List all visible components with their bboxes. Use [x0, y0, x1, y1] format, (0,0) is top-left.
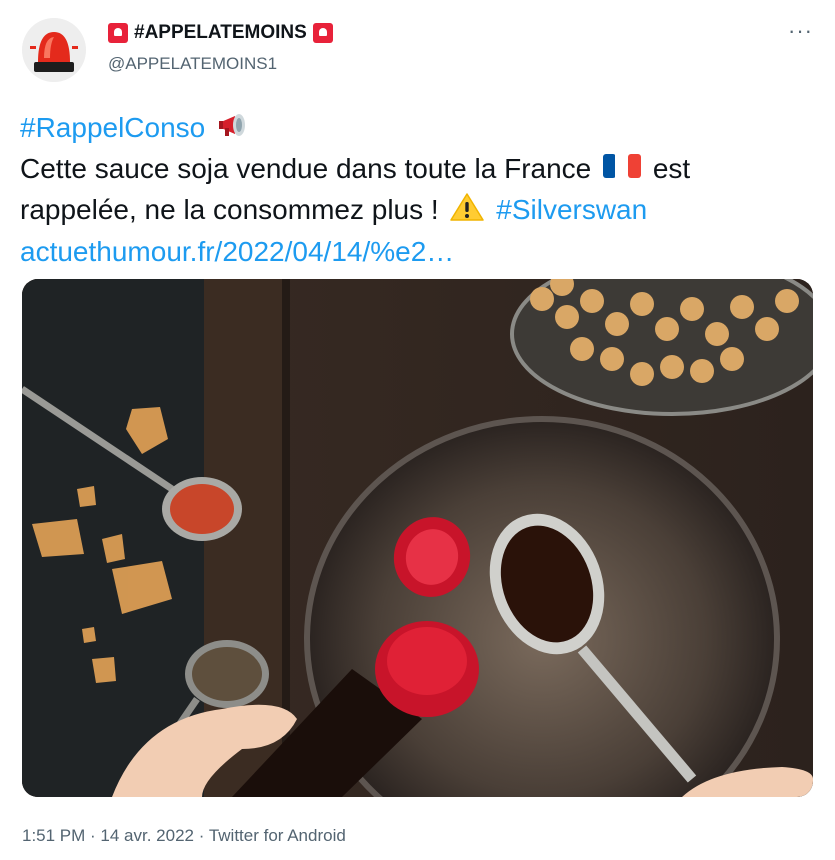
hashtag-rappelconso[interactable]: #RappelConso [20, 112, 205, 143]
tweet-line-3: rappelée, ne la consommez plus ! #Silver… [20, 190, 810, 232]
tweet-date[interactable]: 14 avr. 2022 [100, 826, 194, 845]
tweet-text-line2: rappelée, ne la consommez plus ! [20, 194, 439, 226]
author-display-name[interactable]: #APPELATEMOINS [134, 22, 307, 44]
meta-separator: · [194, 826, 209, 845]
tweet-line-4: actuethumour.fr/2022/04/14/%e2… [20, 232, 810, 271]
author-name-row[interactable]: #APPELATEMOINS [108, 22, 333, 44]
more-options-icon[interactable]: ··· [788, 20, 813, 42]
siren-badge-icon [108, 23, 128, 43]
article-link[interactable]: actuethumour.fr/2022/04/14/%e2… [20, 236, 454, 267]
meta-separator: · [85, 826, 101, 845]
siren-light-icon [22, 18, 86, 82]
tweet-metadata: 1:51 PM · 14 avr. 2022 · Twitter for And… [22, 826, 346, 846]
tweet: #APPELATEMOINS @APPELATEMOINS1 ··· #Rapp… [0, 0, 835, 860]
photo-soy-sauce-icon [22, 279, 813, 797]
tweet-line-1: #RappelConso [20, 108, 810, 149]
avatar[interactable] [22, 18, 86, 82]
french-flag-icon [603, 151, 642, 190]
siren-badge-icon [312, 23, 333, 43]
tweet-time[interactable]: 1:51 PM [22, 826, 85, 845]
tweet-text-line1b: est [652, 153, 691, 185]
tweet-media-photo[interactable] [22, 279, 813, 797]
hashtag-silverswan[interactable]: #Silverswan [496, 194, 647, 225]
warning-icon [450, 192, 485, 232]
tweet-line-2: Cette sauce soja vendue dans toute la Fr… [20, 149, 810, 190]
tweet-source[interactable]: Twitter for Android [209, 826, 346, 845]
tweet-text-line1: Cette sauce soja vendue dans toute la Fr… [20, 153, 592, 185]
author-handle[interactable]: @APPELATEMOINS1 [108, 54, 277, 74]
megaphone-icon [217, 110, 253, 149]
tweet-text: #RappelConso Cette sauce soja vendue dan… [20, 108, 810, 271]
